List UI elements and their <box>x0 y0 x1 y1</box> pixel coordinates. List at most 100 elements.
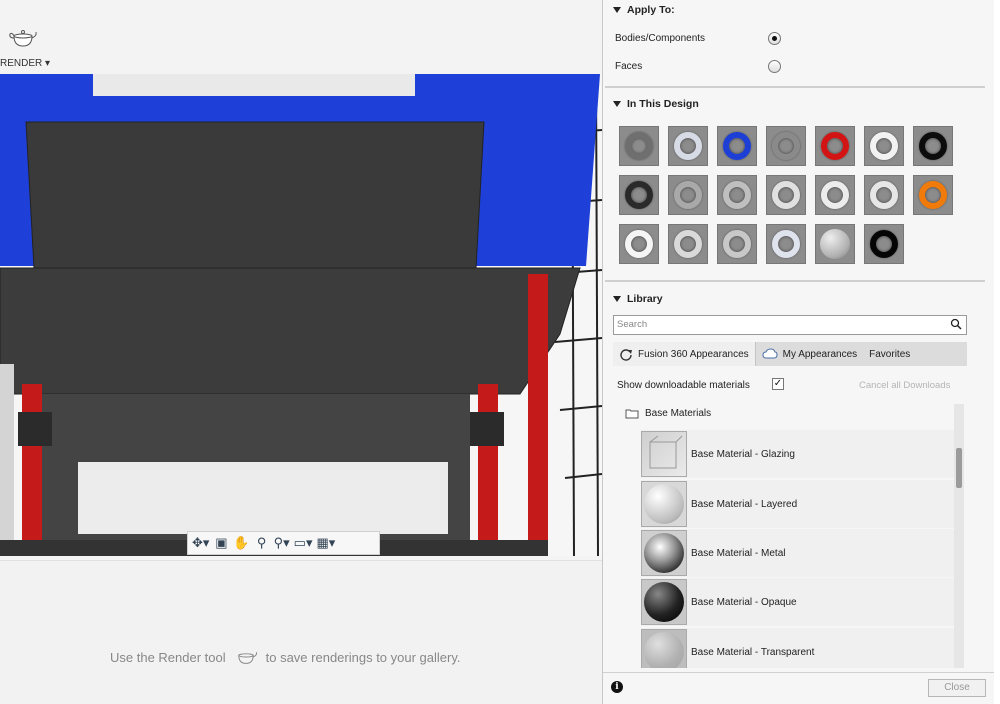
orbit-icon[interactable]: ✥▾ <box>192 533 209 553</box>
apply-to-header[interactable]: Apply To: <box>613 4 675 16</box>
look-at-icon[interactable]: ▣ <box>213 533 229 553</box>
material-name: Base Material - Layered <box>691 498 798 510</box>
bodies-components-radio[interactable] <box>768 32 781 45</box>
tab-label: My Appearances <box>782 348 858 360</box>
appearance-swatch[interactable] <box>619 126 659 166</box>
gallery-message: Use the Render tool to save renderings t… <box>110 647 461 667</box>
appearance-panel: Apply To: Bodies/Components Faces In Thi… <box>602 0 995 704</box>
appearance-swatch[interactable] <box>815 126 855 166</box>
appearance-swatch[interactable] <box>668 175 708 215</box>
refresh-icon[interactable] <box>619 347 633 361</box>
appearance-swatch[interactable] <box>668 224 708 264</box>
appearance-swatch[interactable] <box>913 126 953 166</box>
material-list-scrollbar[interactable] <box>954 404 964 668</box>
library-header[interactable]: Library <box>613 293 663 305</box>
appearance-swatch[interactable] <box>815 224 855 264</box>
appearance-swatch[interactable] <box>766 175 806 215</box>
render-gallery: Use the Render tool to save renderings t… <box>0 560 602 704</box>
tab-my-appearances[interactable]: My Appearances <box>756 342 864 366</box>
folder-label: Base Materials <box>645 408 712 419</box>
appearance-swatch[interactable] <box>864 126 904 166</box>
material-name: Base Material - Transparent <box>691 646 815 658</box>
section-divider <box>605 280 985 282</box>
material-ring-icon <box>772 230 800 258</box>
material-name: Base Material - Metal <box>691 547 786 559</box>
material-ring-icon <box>625 230 653 258</box>
tab-favorites[interactable]: Favorites <box>863 342 916 366</box>
appearance-swatch[interactable] <box>815 175 855 215</box>
appearance-swatch[interactable] <box>717 224 757 264</box>
appearance-swatch[interactable] <box>913 175 953 215</box>
cancel-all-downloads-link[interactable]: Cancel all Downloads <box>859 380 950 391</box>
window-edge <box>994 0 1000 704</box>
list-item[interactable]: Base Material - Opaque <box>641 578 961 626</box>
list-item[interactable]: Base Material - Layered <box>641 480 961 528</box>
faces-radio[interactable] <box>768 60 781 73</box>
appearance-swatch[interactable] <box>717 175 757 215</box>
material-ring-icon <box>870 181 898 209</box>
material-ring-icon <box>919 181 947 209</box>
material-ring-icon <box>821 181 849 209</box>
red-post-left <box>22 384 42 544</box>
appearance-swatch[interactable] <box>864 224 904 264</box>
appearance-swatch[interactable] <box>668 126 708 166</box>
appearance-swatch[interactable] <box>766 126 806 166</box>
list-item[interactable]: Base Material - Glazing <box>641 430 961 478</box>
teapot-render-icon[interactable] <box>8 26 38 50</box>
collapse-triangle-icon <box>613 296 621 302</box>
collapse-triangle-icon <box>613 7 621 13</box>
design-appearance-swatches <box>619 126 959 264</box>
panel-footer: i Close <box>603 672 995 704</box>
folder-base-materials[interactable]: Base Materials <box>625 408 711 419</box>
render-menu[interactable]: RENDER ▾ <box>0 58 50 69</box>
gallery-message-before: Use the Render tool <box>110 649 226 665</box>
display-settings-icon[interactable]: ▭▾ <box>294 533 313 553</box>
post-clamp-right <box>470 412 504 446</box>
opaque-thumbnail <box>641 579 687 625</box>
close-button[interactable]: Close <box>928 679 986 697</box>
appearance-swatch[interactable] <box>717 126 757 166</box>
option-label-faces: Faces <box>615 61 643 72</box>
navigation-toolbar: ✥▾ ▣ ✋ ⚲ ⚲▾ ▭▾ ▦▾ <box>187 531 380 555</box>
appearance-swatch[interactable] <box>766 224 806 264</box>
search-placeholder: Search <box>617 319 648 330</box>
material-ring-icon <box>625 132 653 160</box>
material-name: Base Material - Glazing <box>691 448 795 460</box>
tab-fusion-360-appearances[interactable]: Fusion 360 Appearances <box>613 342 756 366</box>
transparent-thumbnail <box>641 629 687 668</box>
info-icon[interactable]: i <box>611 681 623 693</box>
search-icon[interactable] <box>950 318 962 330</box>
zoom-icon[interactable]: ⚲ <box>254 533 270 553</box>
material-ring-icon <box>919 132 947 160</box>
3d-model-view <box>0 74 602 556</box>
in-this-design-header[interactable]: In This Design <box>613 98 699 110</box>
material-ring-icon <box>625 181 653 209</box>
app-window: RENDER ▾ ✥▾ ▣ ✋ ⚲ ⚲▾ ▭▾ ▦▾ Use the Rende… <box>0 0 1000 704</box>
3d-viewport[interactable] <box>0 74 602 556</box>
post-clamp-left <box>18 412 52 446</box>
grid-settings-icon[interactable]: ▦▾ <box>316 533 335 553</box>
tab-label: Favorites <box>869 348 911 360</box>
collapse-triangle-icon <box>613 101 621 107</box>
scroll-thumb[interactable] <box>956 448 962 488</box>
appearance-swatch[interactable] <box>864 175 904 215</box>
material-ring-icon <box>723 132 751 160</box>
material-ring-icon <box>821 132 849 160</box>
list-item[interactable]: Base Material - Transparent <box>641 628 961 668</box>
layered-thumbnail <box>641 481 687 527</box>
fit-icon[interactable]: ⚲▾ <box>274 533 290 553</box>
folder-icon <box>625 409 639 419</box>
appearance-swatch[interactable] <box>619 175 659 215</box>
red-post-right <box>528 274 548 544</box>
show-downloadable-checkbox[interactable]: ✓ <box>772 378 784 390</box>
render-toolbar: RENDER ▾ <box>0 0 602 74</box>
library-search-input[interactable]: Search <box>613 315 967 335</box>
apply-to-title: Apply To: <box>627 4 675 16</box>
material-ring-icon <box>870 132 898 160</box>
dark-inner-box <box>25 121 485 269</box>
pan-icon[interactable]: ✋ <box>233 533 249 553</box>
appearance-swatch[interactable] <box>619 224 659 264</box>
material-ring-icon <box>723 230 751 258</box>
material-name: Base Material - Opaque <box>691 596 797 608</box>
list-item[interactable]: Base Material - Metal <box>641 529 961 577</box>
